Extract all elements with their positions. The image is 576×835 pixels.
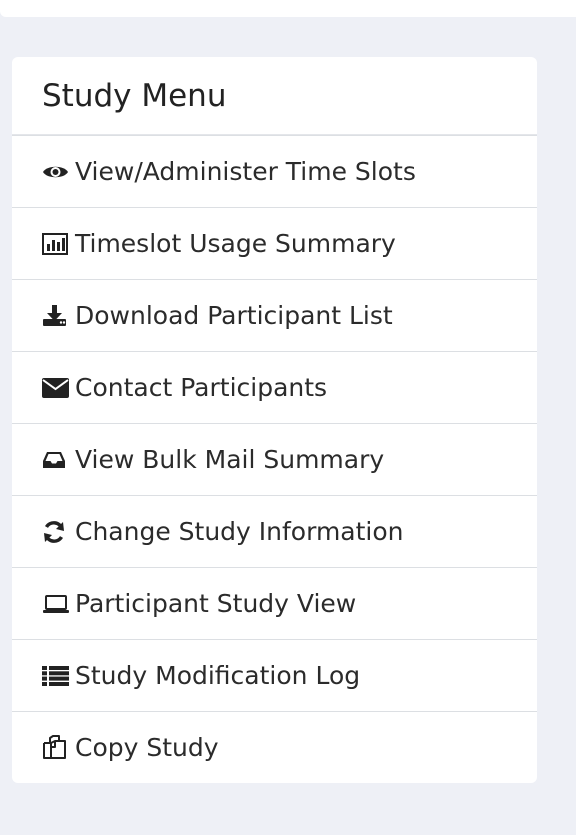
menu-item-label: Participant Study View [75,589,357,618]
list-icon [42,662,70,690]
menu-item-view-administer-time-slots[interactable]: View/Administer Time Slots [12,135,537,207]
envelope-icon [42,374,70,402]
inbox-icon [42,446,70,474]
menu-item-label: Copy Study [75,733,219,762]
menu-item-download-participant-list[interactable]: Download Participant List [12,279,537,351]
laptop-icon [42,590,70,618]
menu-item-label: Study Modification Log [75,661,361,690]
study-menu-card: Study Menu View/Administer Time Slots Ti… [12,57,537,783]
menu-item-label: View/Administer Time Slots [75,157,416,186]
download-icon [42,302,70,330]
eye-icon [42,158,70,186]
copy-icon [42,734,70,762]
menu-item-view-bulk-mail-summary[interactable]: View Bulk Mail Summary [12,423,537,495]
menu-item-label: Timeslot Usage Summary [75,229,396,258]
menu-item-study-modification-log[interactable]: Study Modification Log [12,639,537,711]
menu-item-label: Download Participant List [75,301,393,330]
refresh-icon [42,518,70,546]
menu-title: Study Menu [12,57,537,135]
bar-chart-icon [42,230,70,258]
menu-item-copy-study[interactable]: Copy Study [12,711,537,783]
menu-item-participant-study-view[interactable]: Participant Study View [12,567,537,639]
menu-item-label: Contact Participants [75,373,328,402]
menu-item-timeslot-usage-summary[interactable]: Timeslot Usage Summary [12,207,537,279]
menu-item-label: View Bulk Mail Summary [75,445,385,474]
menu-item-change-study-information[interactable]: Change Study Information [12,495,537,567]
top-card [0,0,576,17]
menu-item-label: Change Study Information [75,517,404,546]
menu-item-contact-participants[interactable]: Contact Participants [12,351,537,423]
